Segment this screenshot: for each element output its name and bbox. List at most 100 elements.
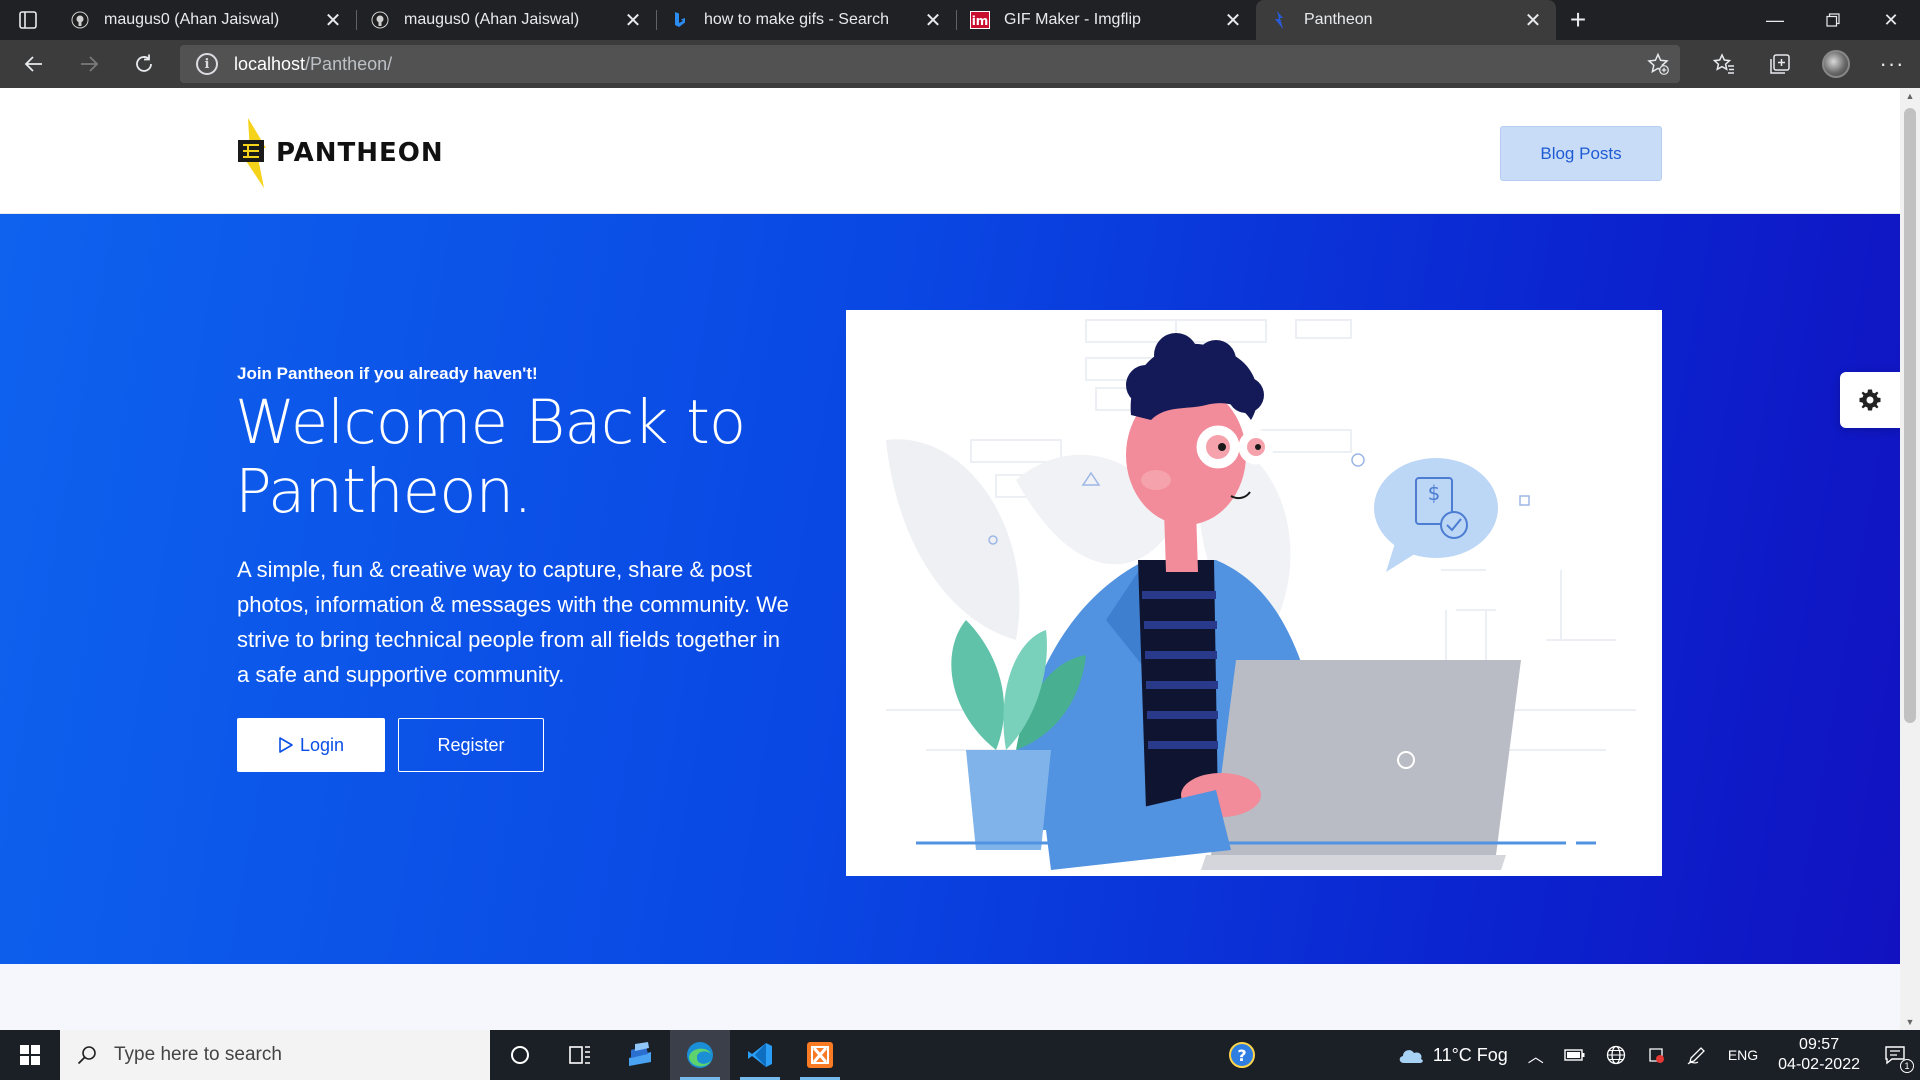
restore-button[interactable] [1804,0,1862,40]
task-view-icon [569,1046,590,1064]
close-icon: ✕ [1883,9,1899,30]
plus-icon: + [1569,4,1587,35]
network-button[interactable] [1596,1030,1636,1080]
minimize-button[interactable]: ― [1746,0,1804,40]
help-button[interactable]: ? [1217,1030,1267,1080]
add-favorite-button[interactable] [1644,50,1672,78]
svg-text:$: $ [1428,481,1441,505]
star-add-icon [1647,52,1669,75]
profile-button[interactable] [1808,40,1864,88]
close-tab-icon[interactable]: ✕ [1522,9,1544,32]
browser-tab-5-active[interactable]: Pantheon ✕ [1256,0,1556,40]
browser-tab-strip: maugus0 (Ahan Jaiswal) ✕ maugus0 (Ahan J… [0,0,1920,40]
app-icon-store[interactable] [610,1030,670,1080]
favorites-button[interactable] [1696,40,1752,88]
close-tab-icon[interactable]: ✕ [922,9,944,32]
cortana-button[interactable] [490,1030,550,1080]
back-button[interactable] [6,40,61,88]
blog-posts-button[interactable]: Blog Posts [1500,126,1662,181]
collections-icon [1770,54,1790,74]
toolbar-right: ··· [1696,40,1920,88]
forward-button[interactable] [61,40,116,88]
github-icon [370,10,390,30]
page-viewport: PANTHEON Blog Posts Join Pantheon if you… [0,88,1900,1030]
bing-icon [670,10,690,30]
hero-eyebrow: Join Pantheon if you already haven't! [237,364,538,383]
search-placeholder: Type here to search [114,1044,282,1065]
collections-button[interactable] [1752,40,1808,88]
site-info-icon[interactable]: i [196,53,218,75]
show-hidden-icons-button[interactable]: ︿ [1518,1030,1554,1080]
tab-title: maugus0 (Ahan Jaiswal) [404,11,580,28]
register-button[interactable]: Register [398,718,544,772]
refresh-icon [135,54,152,72]
help-question-icon: ? [1228,1042,1255,1068]
notification-center-button[interactable]: 1 [1870,1030,1920,1080]
browser-tab-4[interactable]: im GIF Maker - Imgflip ✕ [956,0,1256,40]
url-path: /Pantheon/ [305,53,393,74]
language-indicator[interactable]: ENG [1718,1030,1768,1080]
app-icon-edge[interactable] [670,1030,730,1080]
weather-widget[interactable]: 11°C Fog [1387,1030,1518,1080]
url-text[interactable]: localhost/Pantheon/ [234,54,392,75]
tab-title: Pantheon [1304,11,1373,28]
app-icon-vscode[interactable] [730,1030,790,1080]
tab-actions-button[interactable] [0,0,56,40]
tab-title: how to make gifs - Search [704,11,889,28]
close-tab-icon[interactable]: ✕ [1222,9,1244,32]
taskbar-search-box[interactable]: Type here to search [60,1030,490,1080]
cloud-icon [1399,1050,1423,1063]
app-tray-icon[interactable] [1636,1030,1676,1080]
windows-logo-icon [20,1045,40,1065]
address-bar[interactable]: i localhost/Pantheon/ [180,45,1680,83]
search-icon [77,1046,96,1065]
xampp-icon [807,1042,833,1068]
gear-icon [1859,389,1881,411]
person-at-laptop-illustration: $ [886,319,1636,870]
chevron-up-icon: ︿ [1527,1049,1544,1066]
vscode-icon [748,1043,772,1067]
globe-icon [1606,1045,1625,1065]
arrow-right-icon [80,56,98,72]
settings-gear-button[interactable] [1840,372,1900,428]
pantheon-icon [1270,10,1290,30]
login-button[interactable]: Login [237,718,385,772]
page-scrollbar[interactable]: ▲ ▼ [1900,88,1920,1030]
refresh-button[interactable] [116,40,171,88]
browser-tab-2[interactable]: maugus0 (Ahan Jaiswal) ✕ [356,0,656,40]
new-tab-button[interactable]: + [1556,0,1600,40]
system-tray: ? 11°C Fog ︿ ENG 09:57 04-02-2022 1 [1217,1030,1920,1080]
site-header: PANTHEON Blog Posts [0,88,1900,214]
restore-icon [1826,13,1840,27]
settings-menu-button[interactable]: ··· [1864,40,1920,88]
hero-title: Welcome Back to Pantheon. [235,388,835,526]
site-logo[interactable]: PANTHEON [236,118,444,188]
tab-title: maugus0 (Ahan Jaiswal) [104,11,280,28]
close-tab-icon[interactable]: ✕ [622,9,644,32]
scroll-up-arrow-icon[interactable]: ▲ [1900,88,1920,104]
folder-stack-icon [629,1042,651,1066]
close-window-button[interactable]: ✕ [1862,0,1920,40]
login-label: Login [299,734,345,755]
scrollbar-thumb[interactable] [1904,108,1916,723]
close-tab-icon[interactable]: ✕ [322,9,344,32]
github-icon [70,10,90,30]
task-view-button[interactable] [550,1030,610,1080]
pen-button[interactable] [1676,1030,1718,1080]
battery-icon [1564,1049,1585,1061]
cortana-circle-icon [511,1046,529,1064]
hero-title-line-1: Welcome Back to [235,387,746,458]
more-icon: ··· [1879,51,1905,76]
browser-tab-1[interactable]: maugus0 (Ahan Jaiswal) ✕ [56,0,356,40]
hero-illustration: $ [846,310,1662,876]
browser-tab-3[interactable]: how to make gifs - Search ✕ [656,0,956,40]
battery-button[interactable] [1554,1030,1596,1080]
clock[interactable]: 09:57 04-02-2022 [1768,1030,1870,1080]
tray-app-icon [1649,1048,1664,1063]
start-button[interactable] [0,1030,60,1080]
browser-toolbar: i localhost/Pantheon/ ··· [0,40,1920,88]
app-icon-xampp[interactable] [790,1030,850,1080]
arrow-left-icon [24,56,42,72]
scroll-down-arrow-icon[interactable]: ▼ [1900,1014,1920,1030]
tab-title: GIF Maker - Imgflip [1004,11,1141,28]
